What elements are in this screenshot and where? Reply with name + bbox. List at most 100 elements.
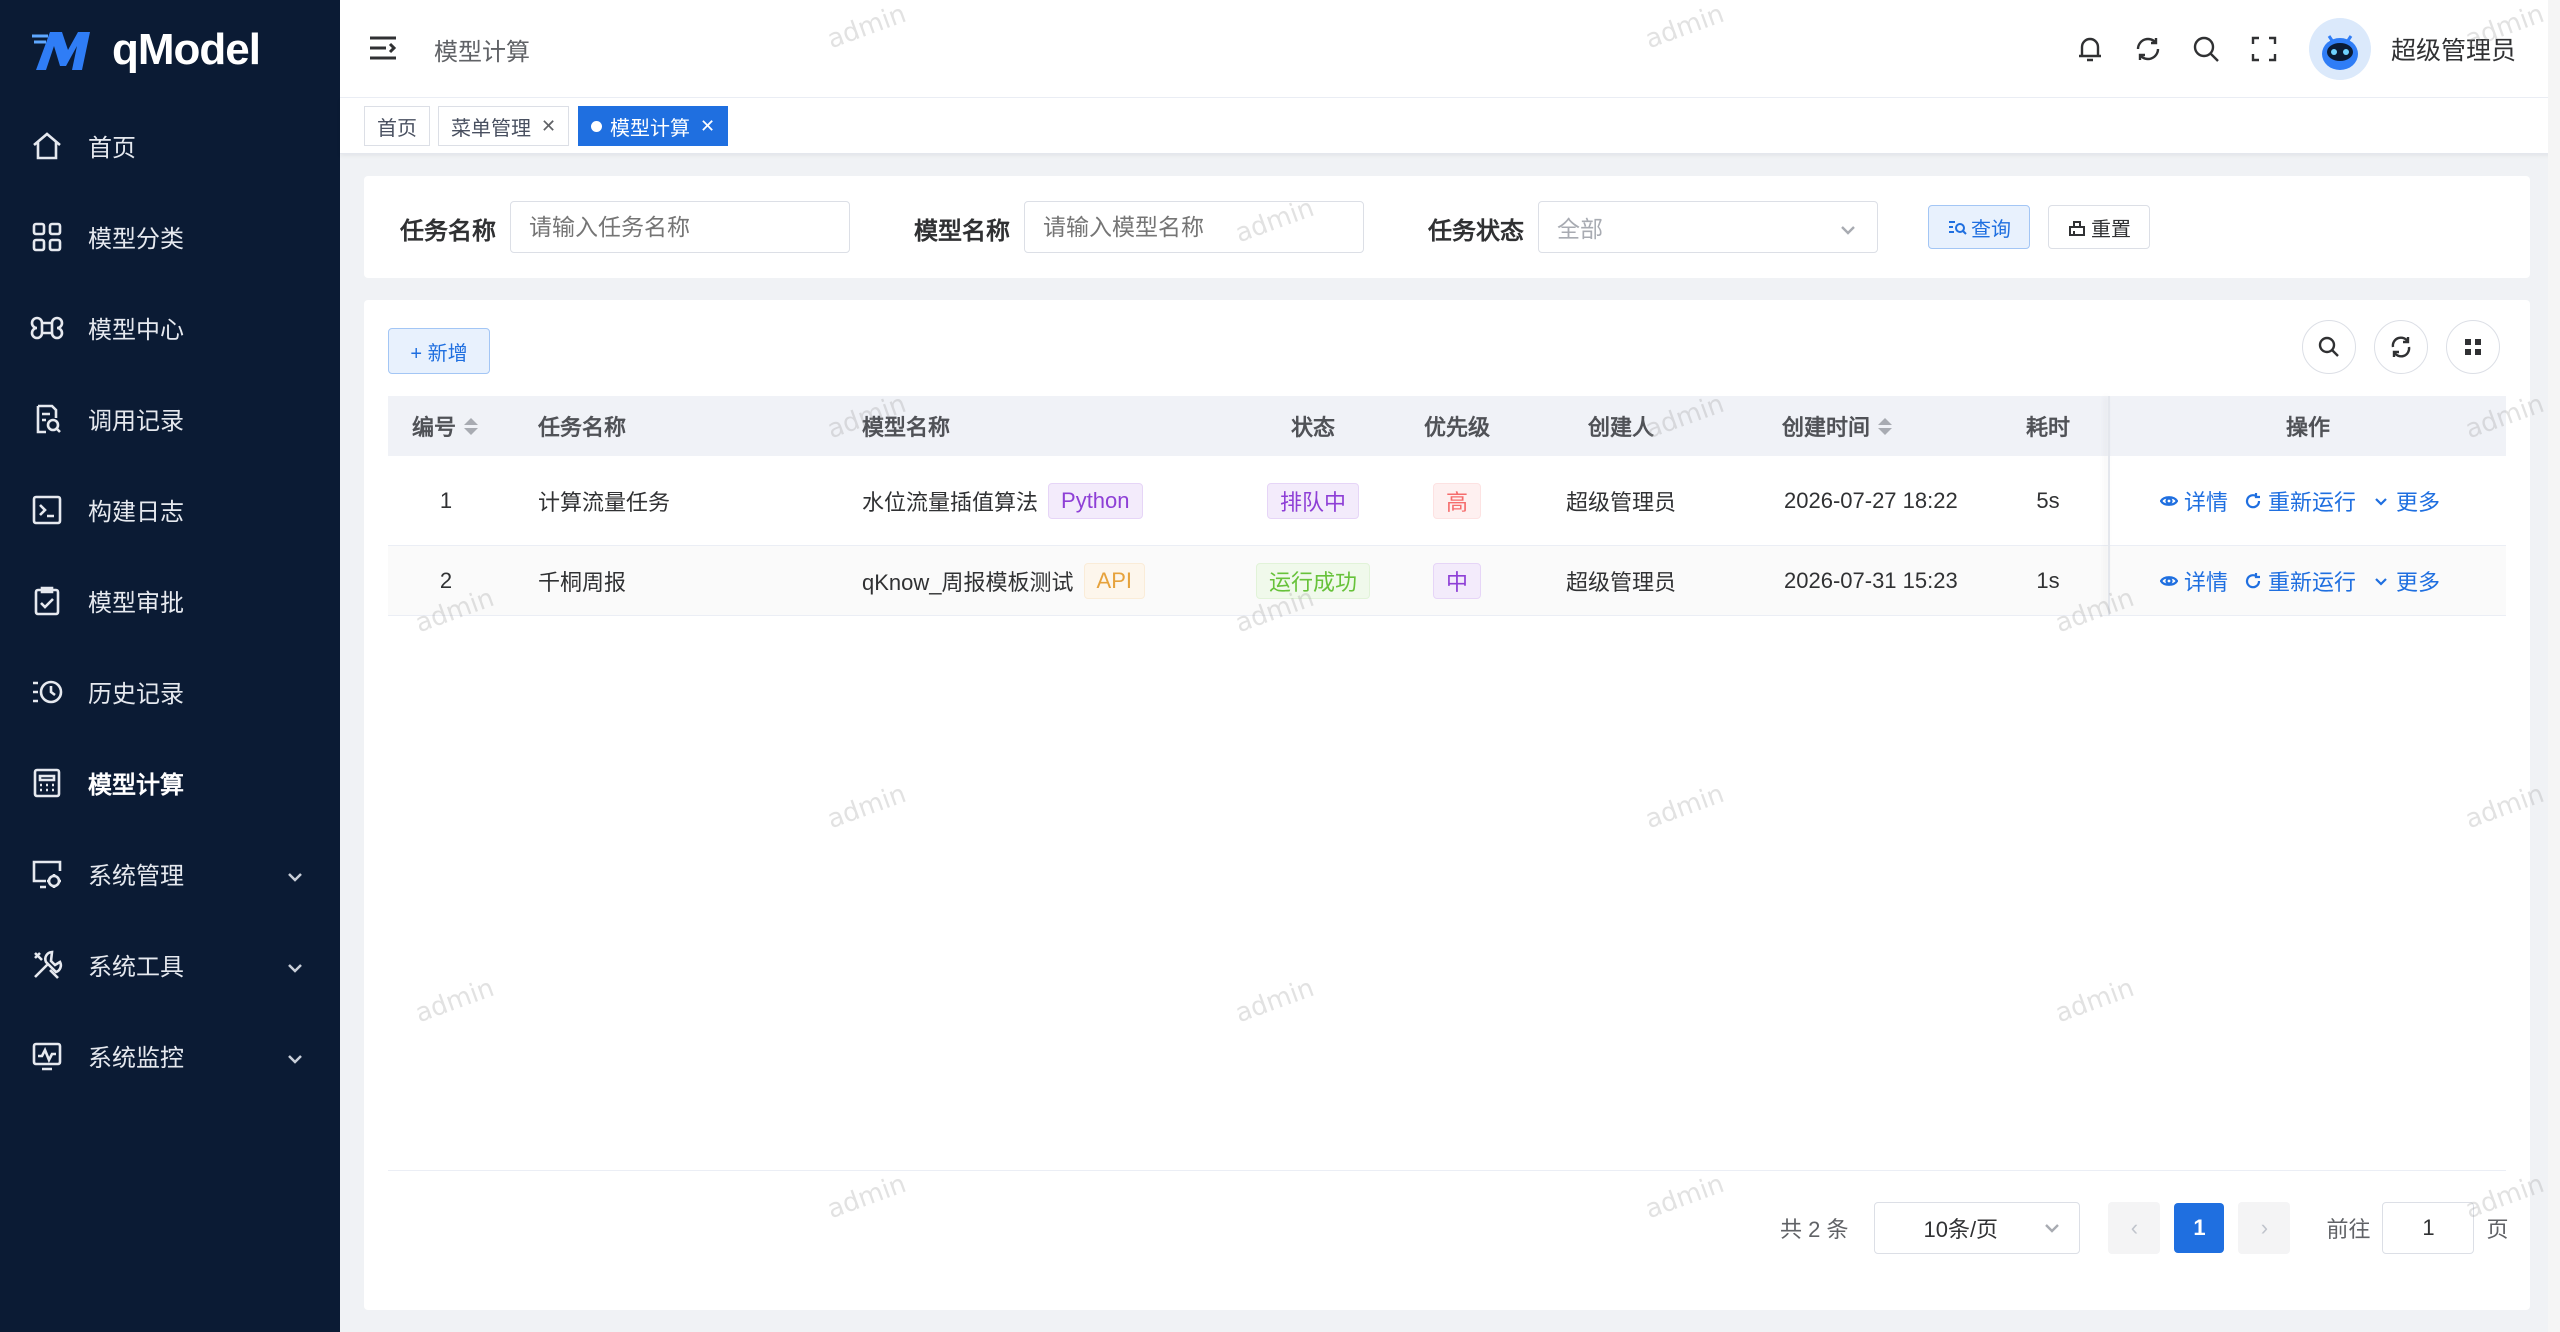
topbar-actions: 超级管理员 <box>2061 0 2560 98</box>
status-badge: 排队中 <box>1266 482 1359 519</box>
command-icon <box>30 311 64 345</box>
tags-view: 首页 菜单管理 ✕ 模型计算 ✕ <box>340 98 2560 154</box>
search-list-icon <box>1949 221 1967 235</box>
tools-icon <box>30 948 64 982</box>
goto-page-input[interactable]: 1 <box>2382 1202 2475 1254</box>
tag-model-compute[interactable]: 模型计算 ✕ <box>578 106 729 146</box>
user-name[interactable]: 超级管理员 <box>2391 31 2516 67</box>
detail-label: 详情 <box>2184 489 2229 515</box>
table-header: 编号 任务名称 模型名称 状态 优先级 创建人 创建时间 耗时 操作 <box>388 396 2506 456</box>
sidebar-item-history[interactable]: 历史记录 <box>0 646 340 737</box>
rerun-button[interactable]: 重新运行 <box>2244 565 2356 597</box>
refresh-icon[interactable] <box>2119 20 2177 78</box>
sidebar-item-label: 模型计算 <box>88 772 184 799</box>
search-icon <box>2318 336 2339 357</box>
columns-toggle-button[interactable] <box>2446 320 2500 374</box>
sidebar-item-model-approval[interactable]: 模型审批 <box>0 555 340 646</box>
header-duration: 耗时 <box>2025 415 2070 440</box>
chevron-down-icon <box>1839 218 1857 236</box>
more-button[interactable]: 更多 <box>2372 485 2440 517</box>
topbar: 模型计算 超级管理员 <box>340 0 2560 98</box>
header-model-name: 模型名称 <box>862 415 951 440</box>
model-name-input[interactable] <box>1024 201 1364 253</box>
sidebar-menu: 首页 模型分类 模型中心 调用记录 构建日志 模型审批 历史记录 模型计算 系统… <box>0 100 340 1101</box>
sidebar-item-label: 首页 <box>88 135 136 162</box>
cell-actions: 详情 重新运行 更多 <box>2160 546 2456 615</box>
detail-label: 详情 <box>2184 569 2229 595</box>
add-button[interactable]: + 新增 <box>388 328 490 374</box>
tag-menu-management[interactable]: 菜单管理 ✕ <box>438 106 570 146</box>
task-name-input[interactable] <box>510 201 850 253</box>
more-label: 更多 <box>2396 569 2441 595</box>
header-priority: 优先级 <box>1423 415 1490 440</box>
detail-button[interactable]: 详情 <box>2160 485 2228 517</box>
rerun-label: 重新运行 <box>2268 489 2357 515</box>
detail-button[interactable]: 详情 <box>2160 565 2228 597</box>
cell-actions: 详情 重新运行 更多 <box>2160 456 2456 545</box>
sidebar-item-home[interactable]: 首页 <box>0 100 340 191</box>
header-status: 状态 <box>1290 415 1335 440</box>
close-icon[interactable]: ✕ <box>700 116 715 137</box>
grid-icon <box>30 220 64 254</box>
cell-priority: 高 <box>1402 456 1512 545</box>
rerun-button[interactable]: 重新运行 <box>2244 485 2356 517</box>
reset-button[interactable]: 重置 <box>2048 205 2150 249</box>
next-page-button[interactable]: › <box>2238 1202 2291 1254</box>
refresh-table-button[interactable] <box>2374 320 2428 374</box>
document-search-icon <box>30 402 64 436</box>
pagination: 共 2 条 10条/页 ‹ 1 › 前往 1 页 <box>1780 1202 2509 1254</box>
bell-icon[interactable] <box>2061 20 2119 78</box>
sidebar-item-model-category[interactable]: 模型分类 <box>0 191 340 282</box>
vertical-scrollbar[interactable] <box>2548 0 2560 1332</box>
cell-status: 排队中 <box>1238 456 1388 545</box>
prev-page-button[interactable]: ‹ <box>2108 1202 2161 1254</box>
model-type-badge: Python <box>1048 482 1143 519</box>
sort-icon[interactable] <box>1878 417 1893 435</box>
toggle-search-button[interactable] <box>2302 320 2356 374</box>
menu-toggle-icon[interactable] <box>368 34 398 62</box>
refresh-icon <box>2245 572 2261 588</box>
robot-avatar-icon <box>2308 18 2371 80</box>
search-icon[interactable] <box>2177 20 2235 78</box>
query-button[interactable]: 查询 <box>1928 205 2030 249</box>
monitor-chart-icon <box>30 1039 64 1073</box>
logo[interactable]: qModel <box>0 0 340 100</box>
calculator-icon <box>30 766 64 800</box>
header-id[interactable]: 编号 <box>412 396 479 456</box>
cell-model-name: 水位流量插值算法 Python <box>862 456 1143 545</box>
header-created-at[interactable]: 创建时间 <box>1782 396 1893 456</box>
eye-icon <box>2160 575 2178 586</box>
chevron-down-icon <box>2045 1224 2060 1233</box>
goto-label: 前往 <box>2326 1217 2371 1242</box>
header-task-name: 任务名称 <box>538 415 627 440</box>
task-status-select[interactable]: 全部 <box>1538 201 1878 253</box>
more-button[interactable]: 更多 <box>2372 565 2440 597</box>
sidebar-item-label: 系统工具 <box>88 954 184 981</box>
sidebar-item-label: 历史记录 <box>88 681 184 708</box>
sidebar-item-build-logs[interactable]: 构建日志 <box>0 464 340 555</box>
sidebar-item-system-management[interactable]: 系统管理 <box>0 828 340 919</box>
tag-home[interactable]: 首页 <box>364 106 430 146</box>
chevron-down-icon <box>286 865 304 883</box>
tag-label: 菜单管理 <box>451 117 531 140</box>
sidebar-item-call-records[interactable]: 调用记录 <box>0 373 340 464</box>
close-icon[interactable]: ✕ <box>541 116 556 137</box>
sidebar-item-label: 模型分类 <box>88 226 184 253</box>
sidebar-item-model-compute[interactable]: 模型计算 <box>0 737 340 828</box>
fullscreen-icon[interactable] <box>2235 20 2293 78</box>
page-size-select[interactable]: 10条/页 <box>1874 1202 2081 1254</box>
avatar[interactable] <box>2308 18 2371 80</box>
sidebar-item-system-monitor[interactable]: 系统监控 <box>0 1010 340 1101</box>
priority-badge: 高 <box>1432 482 1481 519</box>
refresh-icon <box>2391 336 2411 358</box>
sidebar-item-system-tools[interactable]: 系统工具 <box>0 919 340 1010</box>
chevron-down-icon <box>286 956 304 974</box>
task-name-label: 任务名称 <box>400 218 496 245</box>
model-name-label: 模型名称 <box>914 218 1010 245</box>
table-row: 2 千桐周报 qKnow_周报模板测试 API 运行成功 中 超级管理员 202… <box>388 546 2506 616</box>
page-number-current[interactable]: 1 <box>2174 1203 2225 1253</box>
breadcrumb[interactable]: 模型计算 <box>434 32 530 67</box>
history-list-icon <box>30 675 64 709</box>
sidebar-item-model-center[interactable]: 模型中心 <box>0 282 340 373</box>
sort-icon[interactable] <box>464 417 479 435</box>
